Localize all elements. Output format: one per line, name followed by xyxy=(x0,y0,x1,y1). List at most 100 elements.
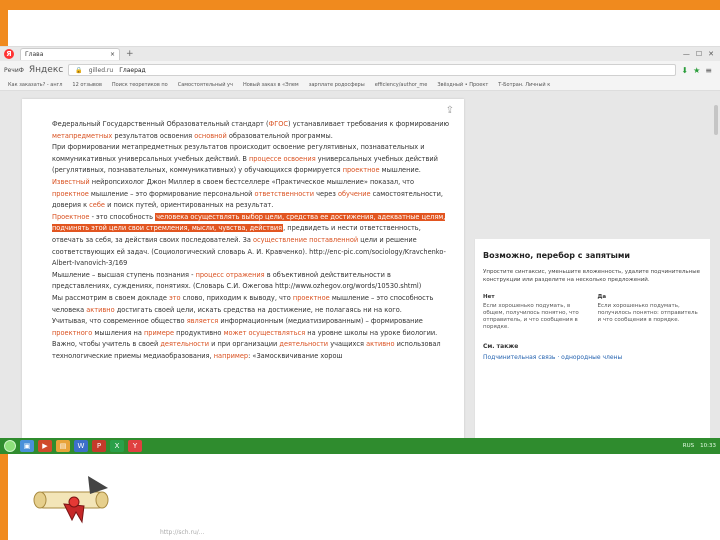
flagged-word[interactable]: основной xyxy=(194,132,227,140)
bookmark-item[interactable]: 12 отзывов xyxy=(72,82,101,88)
flagged-word[interactable]: метапредметных xyxy=(52,132,112,140)
text-run: Мышление – высшая ступень познания - xyxy=(52,270,196,279)
text-run: нейропсихолог Джон Миллер в своем бестсе… xyxy=(89,177,415,186)
flagged-word[interactable]: себе xyxy=(89,201,105,209)
document-page[interactable]: ⇪ Федеральный Государственный Образовате… xyxy=(22,99,464,439)
tab-close-icon[interactable]: × xyxy=(110,51,115,58)
windows-taskbar: ▣ ▶ ▤ W P X Y RUS 10:33 xyxy=(0,438,720,454)
url-text: gilled.ru xyxy=(88,67,114,74)
bookmarks-bar: Как заказать? - англ 12 отзывов Поиск те… xyxy=(0,79,720,91)
flagged-word[interactable]: деятельности xyxy=(279,340,328,348)
text-run: Федеральный Государственный Образователь… xyxy=(52,120,269,128)
text-run: продуктивно xyxy=(174,328,224,337)
flagged-word[interactable]: проектное xyxy=(343,166,380,174)
bookmark-item[interactable]: efficiency/author_me xyxy=(375,82,428,88)
yandex-browser-icon[interactable]: Я xyxy=(4,49,14,59)
paragraph[interactable]: Мышление – высшая ступень познания - про… xyxy=(52,270,452,293)
text-run: Учитывая, что современное общество xyxy=(52,317,187,326)
flagged-word[interactable]: проектное xyxy=(52,190,89,198)
bookmark-item[interactable]: Т-Ботран. Личный к xyxy=(498,82,550,88)
share-icon[interactable]: ⇪ xyxy=(446,105,454,116)
address-bar[interactable]: 🔒 gilled.ru Глаерад xyxy=(68,64,677,76)
page-title-text: Глаерад xyxy=(119,67,146,74)
lock-icon: 🔒 xyxy=(75,67,83,74)
taskbar-yandex-icon[interactable]: Y xyxy=(128,440,142,452)
flagged-word[interactable]: активно xyxy=(86,306,114,314)
maximize-icon[interactable]: ☐ xyxy=(696,50,702,58)
bookmark-item[interactable]: Как заказать? - англ xyxy=(8,82,62,88)
bookmark-item[interactable]: Самостоятельный уч xyxy=(178,82,233,88)
taskbar-explorer-icon[interactable]: ▣ xyxy=(20,440,34,452)
taskbar-folder-icon[interactable]: ▤ xyxy=(56,440,70,452)
text-run: достигать своей цели, искать средства на… xyxy=(114,305,402,314)
flagged-word[interactable]: является xyxy=(187,317,219,325)
start-button[interactable] xyxy=(4,440,16,452)
flagged-word[interactable]: деятельности xyxy=(160,340,209,348)
bookmark-item[interactable]: зарплате родосферы xyxy=(309,82,365,88)
browser-window: Я Глава × + — ☐ ✕ РечиФ Яндекс 🔒 gilled.… xyxy=(0,46,720,439)
bookmark-item[interactable]: Поиск теоретиков по xyxy=(112,82,168,88)
flagged-word[interactable]: может осуществляться xyxy=(224,329,306,337)
tab-active[interactable]: Глава × xyxy=(20,48,120,60)
flagged-word[interactable]: процесс отражения xyxy=(196,271,265,279)
advice-description: Упростите синтаксис, уменьшите вложеннос… xyxy=(483,269,700,283)
paragraph[interactable]: Проектное - это способность человека осу… xyxy=(52,212,452,270)
example-yes-head: Да xyxy=(597,294,607,300)
clock[interactable]: 10:33 xyxy=(700,443,716,449)
paragraph[interactable]: Мы рассмотрим в своем докладе это слово,… xyxy=(52,293,452,316)
bookmark-item[interactable]: Звёздный • Проект xyxy=(437,82,488,88)
example-no-head: Нет xyxy=(483,294,495,300)
flagged-word[interactable]: активно xyxy=(366,340,394,348)
window-controls: — ☐ ✕ xyxy=(683,50,720,58)
bookmark-item[interactable]: Новый заказ в «Элем xyxy=(243,82,299,88)
flagged-word[interactable]: примере xyxy=(144,329,174,337)
new-tab-icon[interactable]: + xyxy=(126,49,134,59)
flagged-word[interactable]: осуществление поставленной xyxy=(253,236,358,244)
flagged-word[interactable]: ФГОС xyxy=(269,120,289,128)
flagged-word[interactable]: проектное xyxy=(293,294,330,302)
flagged-word[interactable]: это xyxy=(169,294,181,302)
text-run: учащихся xyxy=(328,340,367,349)
paragraph[interactable]: Федеральный Государственный Образователь… xyxy=(52,119,452,142)
back-button[interactable]: РечиФ xyxy=(4,67,24,74)
minimize-icon[interactable]: — xyxy=(683,50,690,58)
close-window-icon[interactable]: ✕ xyxy=(708,50,714,58)
paragraph[interactable]: Известный нейропсихолог Джон Миллер в св… xyxy=(52,177,452,212)
scroll-decoration-icon xyxy=(33,476,109,524)
flagged-word[interactable]: проектного xyxy=(52,329,92,337)
slide-accent-top xyxy=(0,0,720,10)
taskbar-word-icon[interactable]: W xyxy=(74,440,88,452)
download-icon[interactable]: ⬇ xyxy=(681,66,688,75)
example-yes: Да Если хорошенько подумать, получилось … xyxy=(598,294,703,331)
flagged-word[interactable]: процессе освоения xyxy=(249,155,316,163)
page-viewport: ⇪ Федеральный Государственный Образовате… xyxy=(0,91,720,439)
scrollbar-thumb[interactable] xyxy=(714,105,718,135)
advice-examples: Нет Если хорошенько подумать, в общем, п… xyxy=(483,294,702,331)
flagged-word[interactable]: Известный xyxy=(52,178,90,186)
star-icon[interactable]: ★ xyxy=(693,66,700,75)
flagged-word[interactable]: например xyxy=(214,352,248,360)
text-run: слово, приходим к выводу, что xyxy=(180,293,293,302)
document-text[interactable]: Федеральный Государственный Образователь… xyxy=(52,119,452,362)
see-also-link[interactable]: Подчинительная связь · однородные члены xyxy=(483,354,702,361)
flagged-word[interactable]: ответственности xyxy=(255,190,314,198)
language-indicator[interactable]: RUS xyxy=(683,443,694,449)
slide-header xyxy=(8,10,720,46)
text-run: через xyxy=(314,189,338,198)
text-run: мышление. xyxy=(379,166,421,175)
taskbar-powerpoint-icon[interactable]: P xyxy=(92,440,106,452)
menu-icon[interactable]: ≡ xyxy=(705,66,712,75)
taskbar-excel-icon[interactable]: X xyxy=(110,440,124,452)
text-run: и при организации xyxy=(209,340,280,349)
text-run: и поиск путей, ориентированных на резуль… xyxy=(104,201,274,210)
paragraph[interactable]: Учитывая, что современное общество являе… xyxy=(52,316,452,362)
taskbar-media-icon[interactable]: ▶ xyxy=(38,440,52,452)
flagged-word[interactable]: обучение xyxy=(338,190,371,198)
paragraph[interactable]: При формировании метапредметных результа… xyxy=(52,142,452,177)
yandex-search-icon[interactable]: Яндекс xyxy=(29,65,63,75)
advice-panel: Возможно, перебор с запятыми Упростите с… xyxy=(474,239,710,439)
flagged-word[interactable]: Проектное xyxy=(52,213,89,221)
footer-url: http://sch.ru/... xyxy=(160,529,205,536)
text-run: результатов освоения xyxy=(112,131,195,140)
text-run: мышления на xyxy=(92,328,144,337)
